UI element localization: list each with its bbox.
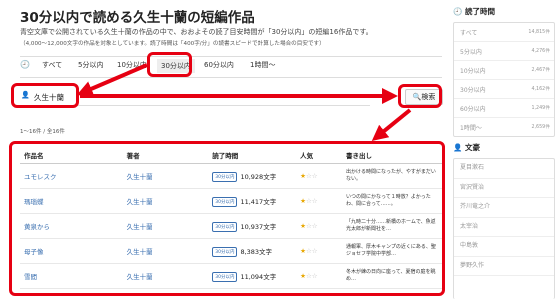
- sidebar-time-item[interactable]: 1時間〜 2,659件: [454, 118, 554, 136]
- sidebar-time-heading: 🕘 読了時間: [453, 7, 495, 16]
- arrow-tab-to-search: [76, 63, 148, 97]
- arrow-button-to-table: [371, 108, 412, 142]
- sidebar-time-label: 10分以内: [460, 68, 486, 75]
- sidebar-time-list: すべて 14,815件 5分以内 4,276件 10分以内 2,467件 30分以内 4,16…: [453, 22, 555, 137]
- sidebar-author-item[interactable]: 中島敦: [454, 237, 554, 257]
- sidebar-author-item[interactable]: 夢野久作: [454, 257, 554, 276]
- sidebar-author-item[interactable]: 芥川竜之介: [454, 198, 554, 218]
- sidebar-time-item[interactable]: 30分以内 4,162件: [454, 80, 554, 99]
- sidebar-time-count: 4,276件: [531, 49, 550, 54]
- sidebar-time-count: 4,162件: [531, 87, 550, 92]
- sidebar-time-label: 30分以内: [460, 87, 486, 94]
- sidebar-author-item[interactable]: 太宰治: [454, 218, 554, 237]
- sidebar-author-item[interactable]: 宮沢賢治: [454, 179, 554, 198]
- sidebar-time-item[interactable]: 5分以内 4,276件: [454, 42, 554, 61]
- sidebar-author-item[interactable]: 夏目漱石: [454, 159, 554, 179]
- sidebar-time-item[interactable]: 10分以内 2,467件: [454, 61, 554, 80]
- sidebar-time-count: 2,467件: [531, 68, 550, 73]
- sidebar: 🕘 読了時間 すべて 14,815件 5分以内 4,276件 10分以内 2,467件 30…: [453, 0, 560, 299]
- sidebar-time-item[interactable]: 60分以内 1,249件: [454, 99, 554, 118]
- annotation-arrows: [76, 63, 412, 142]
- sidebar-time-item[interactable]: すべて 14,815件: [454, 23, 554, 42]
- sidebar-time-count: 1,249件: [531, 106, 550, 111]
- sidebar-time-label: 1時間〜: [460, 125, 482, 132]
- sidebar-author-list: 夏目漱石 宮沢賢治 芥川竜之介 太宰治 中島敦 夢野久作: [453, 158, 555, 299]
- sidebar-time-count: 14,815件: [528, 30, 550, 35]
- sidebar-time-label: すべて: [460, 30, 478, 37]
- sidebar-time-count: 2,659件: [531, 125, 550, 130]
- sidebar-time-label: 60分以内: [460, 106, 486, 113]
- sidebar-time-label: 5分以内: [460, 49, 482, 56]
- sidebar-author-heading: 👤 文豪: [453, 143, 480, 152]
- main-content: 30分以内で読める久生十蘭の短編作品 青空文庫で公開されている久生十蘭の作品の中…: [0, 0, 445, 298]
